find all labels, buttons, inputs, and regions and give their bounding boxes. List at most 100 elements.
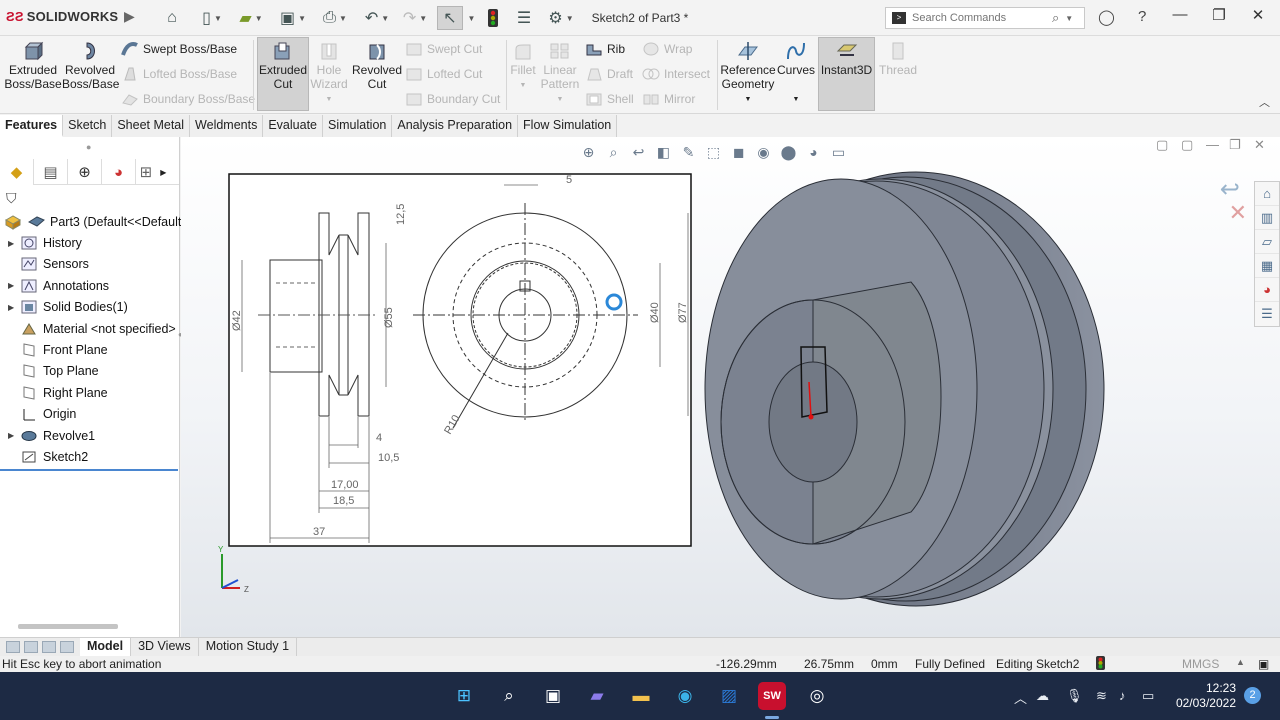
previous-view-icon[interactable]: ↩ bbox=[626, 142, 651, 162]
display-style-icon[interactable]: ◼ bbox=[726, 142, 751, 162]
tab-sheet-metal[interactable]: Sheet Metal bbox=[112, 115, 191, 137]
tree-item-material[interactable]: Material <not specified> bbox=[0, 318, 180, 339]
tab-analysis-preparation[interactable]: Analysis Preparation bbox=[392, 115, 519, 137]
feature-tree-tab[interactable]: ◆ bbox=[0, 159, 34, 185]
rebuild-button[interactable] bbox=[482, 6, 504, 30]
file-explorer-taskbar-icon[interactable]: ▬ bbox=[627, 682, 655, 710]
expand-arrow-icon[interactable]: ▶ bbox=[8, 431, 20, 440]
panel-grip-icon[interactable]: ● bbox=[86, 142, 91, 152]
horizontal-scrollbar[interactable] bbox=[18, 624, 118, 629]
extruded-cut-button[interactable]: Extruded Cut bbox=[257, 37, 309, 111]
linear-pattern-button[interactable]: Linear Pattern ▼ bbox=[540, 38, 580, 107]
unit-system[interactable]: MMGS bbox=[1182, 657, 1219, 671]
open-button[interactable]: ▰ ▼ bbox=[232, 6, 270, 30]
new-document-button[interactable]: ▯ ▼ bbox=[192, 6, 232, 30]
tree-item-history[interactable]: ▶ History bbox=[0, 232, 180, 253]
volume-icon[interactable]: ♪ bbox=[1119, 688, 1126, 703]
help-icon[interactable]: ? bbox=[1138, 8, 1146, 25]
edit-appearance-icon[interactable]: ⬤ bbox=[776, 142, 801, 162]
microphone-icon[interactable]: 🎙 bbox=[1066, 688, 1083, 704]
undo-button[interactable]: ↶ ▼ bbox=[358, 6, 396, 30]
hole-wizard-button[interactable]: Hole Wizard ▼ bbox=[309, 38, 349, 107]
file-properties-button[interactable]: ☰ bbox=[512, 6, 536, 30]
swept-boss-button[interactable]: Swept Boss/Base bbox=[121, 40, 237, 58]
revolved-cut-button[interactable]: Revolved Cut bbox=[352, 38, 402, 91]
hide-show-items-icon[interactable]: ◉ bbox=[751, 142, 776, 162]
configuration-manager-tab[interactable]: ⊕ bbox=[68, 159, 102, 185]
first-tab-icon[interactable] bbox=[6, 641, 20, 653]
solidworks-resources-icon[interactable]: ⌂ bbox=[1255, 182, 1279, 206]
chevron-down-icon[interactable]: ▼ bbox=[1065, 14, 1073, 23]
last-tab-icon[interactable] bbox=[60, 641, 74, 653]
lofted-boss-button[interactable]: Lofted Boss/Base bbox=[121, 65, 237, 83]
file-explorer-icon[interactable]: ▱ bbox=[1255, 230, 1279, 254]
tree-item-annotations[interactable]: ▶ Annotations bbox=[0, 275, 180, 296]
revolved-boss-button[interactable]: Revolved Boss/Base bbox=[62, 38, 119, 91]
boundary-boss-button[interactable]: Boundary Boss/Base bbox=[121, 90, 255, 108]
reference-geometry-button[interactable]: Reference Geometry ▼ bbox=[720, 38, 776, 107]
tab-model[interactable]: Model bbox=[80, 638, 132, 656]
close-button[interactable]: ✕ bbox=[1243, 6, 1273, 24]
next-tab-icon[interactable] bbox=[42, 641, 56, 653]
onedrive-cloud-icon[interactable]: ☁ bbox=[1036, 688, 1049, 704]
search-icon[interactable]: ⌕ bbox=[1052, 10, 1059, 26]
select-dropdown[interactable]: ▼ bbox=[465, 6, 476, 30]
apply-scene-icon[interactable]: ◕ bbox=[801, 142, 826, 162]
instant3d-button[interactable]: Instant3D bbox=[818, 37, 875, 111]
view-settings-icon[interactable]: ▭ bbox=[826, 142, 851, 162]
user-account-icon[interactable]: ◯ bbox=[1098, 8, 1115, 26]
photos-app-icon[interactable]: ▨ bbox=[715, 682, 743, 710]
tree-item-right-plane[interactable]: Right Plane bbox=[0, 382, 180, 403]
previous-tab-icon[interactable] bbox=[24, 641, 38, 653]
viewport-close-icon[interactable]: ✕ bbox=[1254, 137, 1265, 153]
solidworks-taskbar-icon[interactable]: SW bbox=[758, 682, 786, 710]
view-palette-icon[interactable]: ▦ bbox=[1255, 254, 1279, 278]
system-clock[interactable]: 12:23 02/03/2022 bbox=[1172, 681, 1236, 711]
tree-item-sensors[interactable]: Sensors bbox=[0, 254, 180, 275]
design-library-icon[interactable]: ▥ bbox=[1255, 206, 1279, 230]
section-view-icon[interactable]: ◧ bbox=[651, 142, 676, 162]
swept-cut-button[interactable]: Swept Cut bbox=[405, 40, 482, 58]
rebuild-status-icon[interactable] bbox=[1096, 656, 1105, 673]
save-button[interactable]: ▣ ▼ bbox=[274, 6, 312, 30]
home-icon[interactable]: ⌂ bbox=[160, 6, 184, 30]
search-input[interactable] bbox=[912, 12, 1052, 24]
expand-arrow-icon[interactable]: ▶ bbox=[8, 239, 20, 248]
tree-item-solid-bodies[interactable]: ▶ Solid Bodies(1) bbox=[0, 297, 180, 318]
select-button[interactable]: ↖ bbox=[437, 6, 463, 30]
chevron-up-icon[interactable]: ▲ bbox=[1236, 657, 1245, 667]
tab-sketch[interactable]: Sketch bbox=[63, 115, 113, 137]
restore-button[interactable]: ❐ bbox=[1204, 6, 1234, 24]
rollback-bar[interactable] bbox=[0, 468, 178, 471]
custom-properties-icon[interactable]: ☰ bbox=[1255, 302, 1279, 326]
obs-recorder-icon[interactable]: ◎ bbox=[803, 682, 831, 710]
tree-item-sketch2[interactable]: Sketch2 bbox=[0, 446, 180, 467]
tab-features[interactable]: Features bbox=[0, 115, 64, 137]
tab-3d-views[interactable]: 3D Views bbox=[131, 638, 199, 656]
collapse-ribbon-icon[interactable]: ︿ bbox=[1259, 94, 1270, 110]
search-commands-box[interactable]: > ⌕ ▼ bbox=[885, 7, 1085, 29]
viewport-restore-icon[interactable]: ▢ bbox=[1156, 137, 1168, 153]
lofted-cut-button[interactable]: Lofted Cut bbox=[405, 65, 482, 83]
extruded-boss-button[interactable]: Extruded Boss/Base bbox=[4, 38, 62, 91]
curves-button[interactable]: Curves ▼ bbox=[777, 38, 815, 107]
expand-arrow-icon[interactable]: ▶ bbox=[8, 281, 20, 290]
graphics-area[interactable]: ⊕ ⌕ ↩ ◧ ✎ ⬚ ◼ ◉ ⬤ ◕ ▭ ▢ ▢ — ❐ ✕ 5 12,5 Ø… bbox=[181, 137, 1280, 637]
fillet-button[interactable]: Fillet ▼ bbox=[508, 38, 538, 93]
redo-button[interactable]: ↷ ▼ bbox=[398, 6, 432, 30]
tree-item-front-plane[interactable]: Front Plane bbox=[0, 339, 180, 360]
tree-item-top-plane[interactable]: Top Plane bbox=[0, 361, 180, 382]
draft-button[interactable]: Draft bbox=[585, 65, 633, 83]
shell-button[interactable]: Shell bbox=[585, 90, 634, 108]
viewport-split-icon[interactable]: ▢ bbox=[1181, 137, 1193, 153]
viewport-minimize-icon[interactable]: — bbox=[1206, 137, 1219, 152]
tree-item-origin[interactable]: Origin bbox=[0, 404, 180, 425]
teams-chat-icon[interactable]: ▰ bbox=[583, 682, 611, 710]
confirmation-corner-cancel-icon[interactable]: ✕ bbox=[1229, 200, 1247, 226]
mirror-button[interactable]: Mirror bbox=[642, 90, 695, 108]
thread-button[interactable]: Thread bbox=[878, 38, 918, 77]
tab-motion-study-1[interactable]: Motion Study 1 bbox=[199, 638, 298, 656]
tab-weldments[interactable]: Weldments bbox=[190, 115, 264, 137]
intersect-button[interactable]: Intersect bbox=[642, 65, 710, 83]
more-tabs-button[interactable]: ⊞ ▶ bbox=[136, 159, 170, 185]
